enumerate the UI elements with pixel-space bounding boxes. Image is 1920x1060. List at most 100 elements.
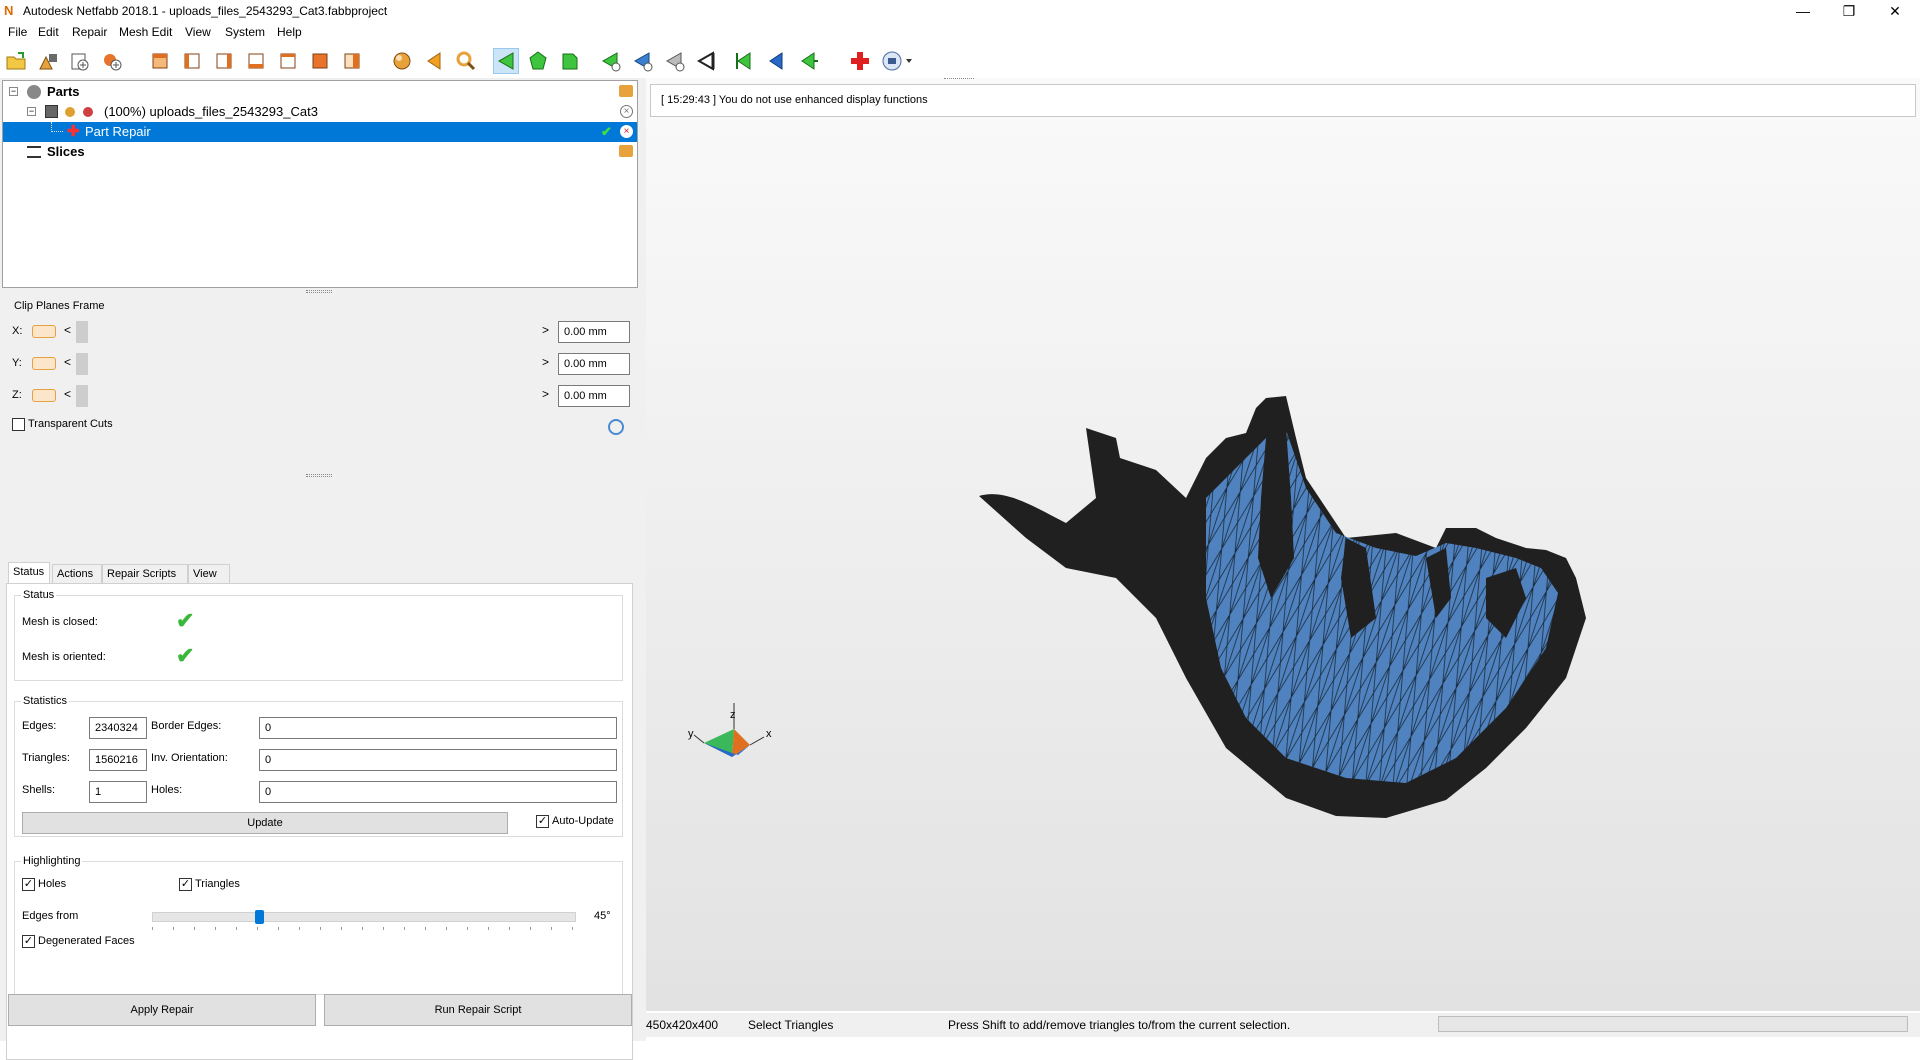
restore-icon[interactable]: ❐ <box>1826 0 1872 22</box>
remove-triangle-icon[interactable] <box>630 49 654 73</box>
right-icon[interactable] <box>796 49 820 73</box>
menu-help[interactable]: Help <box>277 25 302 39</box>
color-icon[interactable] <box>65 107 75 117</box>
clip-slider-track[interactable] <box>76 321 546 343</box>
flip-icon[interactable] <box>732 49 756 73</box>
tab-repair-scripts[interactable]: Repair Scripts <box>102 564 188 584</box>
menu-file[interactable]: File <box>8 25 27 39</box>
view-top-icon[interactable] <box>276 49 300 73</box>
view-back-icon[interactable] <box>180 49 204 73</box>
clip-value-field[interactable]: 0.00 mm <box>558 353 630 375</box>
auto-update-checkbox[interactable]: ✓ <box>536 815 549 828</box>
closed-check-icon: ✔ <box>176 608 195 633</box>
open-project-icon[interactable] <box>4 49 28 73</box>
triangles-label: Triangles: <box>22 752 70 764</box>
select-surface-icon[interactable] <box>526 49 550 73</box>
sphere-shading-icon[interactable] <box>390 49 414 73</box>
reset-icon[interactable] <box>608 419 624 435</box>
right-arrow-icon[interactable]: > <box>542 387 549 401</box>
right-arrow-icon[interactable]: > <box>542 323 549 337</box>
add-triangle-icon[interactable] <box>598 49 622 73</box>
folder-icon[interactable] <box>619 85 633 97</box>
import-part-icon[interactable] <box>36 49 60 73</box>
folder-icon[interactable] <box>619 145 633 157</box>
select-shell-icon[interactable] <box>558 49 582 73</box>
3d-viewport[interactable]: z y x <box>646 78 1920 1011</box>
tree-row-part[interactable]: − (100%) uploads_files_2543293_Cat3 × <box>3 102 637 122</box>
border-edges-field[interactable]: 0 <box>259 717 617 739</box>
select-triangles-icon[interactable] <box>493 48 519 74</box>
apply-check-icon[interactable]: ✔ <box>601 122 612 142</box>
help-dropdown-icon[interactable] <box>880 49 916 73</box>
clip-slider-track[interactable] <box>76 385 546 407</box>
move-triangle-icon[interactable] <box>662 49 686 73</box>
clip-value-field[interactable]: 0.00 mm <box>558 385 630 407</box>
progress-bar <box>1438 1016 1908 1032</box>
tab-view[interactable]: View <box>188 564 230 584</box>
degenerated-faces-checkbox[interactable]: ✓ <box>22 935 35 948</box>
holes-checkbox[interactable]: ✓ <box>22 878 35 891</box>
remove-part-icon[interactable]: × <box>620 105 633 118</box>
add-part-icon[interactable] <box>68 49 92 73</box>
view-front-icon[interactable] <box>148 49 172 73</box>
splitter-grip[interactable] <box>306 474 332 477</box>
edges-from-label: Edges from <box>22 910 79 922</box>
new-part-icon[interactable] <box>100 49 124 73</box>
holes-label: Holes: <box>151 784 183 796</box>
tree-row-slices[interactable]: Slices <box>3 142 637 162</box>
tree-row-parts[interactable]: − Parts <box>3 82 637 102</box>
triangles-field[interactable]: 1560216 <box>89 749 147 771</box>
clip-toggle[interactable] <box>32 325 56 338</box>
right-arrow-icon[interactable]: > <box>542 355 549 369</box>
edges-field[interactable]: 2340324 <box>89 717 147 739</box>
log-grip[interactable] <box>944 78 974 80</box>
minimize-icon[interactable]: — <box>1780 0 1826 22</box>
clip-value-field[interactable]: 0.00 mm <box>558 321 630 343</box>
axis-z-label: z <box>730 709 736 721</box>
triangles-checkbox[interactable]: ✓ <box>179 878 192 891</box>
clip-slider-thumb[interactable] <box>76 353 88 375</box>
select-arrow-icon[interactable] <box>422 49 446 73</box>
collapse-icon[interactable]: − <box>27 107 36 116</box>
update-button[interactable]: Update <box>22 812 508 834</box>
apply-repair-button[interactable]: Apply Repair <box>8 994 316 1026</box>
left-arrow-icon[interactable]: < <box>64 387 71 401</box>
mesh-render[interactable] <box>646 78 1920 1011</box>
left-icon[interactable] <box>764 49 788 73</box>
tab-status[interactable]: Status <box>8 562 50 584</box>
run-repair-script-button[interactable]: Run Repair Script <box>324 994 632 1026</box>
menu-view[interactable]: View <box>185 25 211 39</box>
holes-field[interactable]: 0 <box>259 781 617 803</box>
edges-from-slider-thumb[interactable] <box>255 910 264 924</box>
view-bottom-icon[interactable] <box>308 49 332 73</box>
edges-from-slider[interactable] <box>152 910 576 924</box>
invert-icon[interactable] <box>694 49 718 73</box>
tab-actions[interactable]: Actions <box>52 564 102 584</box>
cancel-repair-icon[interactable]: × <box>620 125 633 138</box>
clip-slider-track[interactable] <box>76 353 546 375</box>
shells-field[interactable]: 1 <box>89 781 147 803</box>
clip-slider-thumb[interactable] <box>76 321 88 343</box>
menu-repair[interactable]: Repair <box>72 25 107 39</box>
menu-mesh-edit[interactable]: Mesh Edit <box>119 25 172 39</box>
clip-toggle[interactable] <box>32 389 56 402</box>
view-right-icon[interactable] <box>244 49 268 73</box>
zoom-icon[interactable] <box>454 49 478 73</box>
transparent-cuts-checkbox[interactable] <box>12 418 25 431</box>
left-arrow-icon[interactable]: < <box>64 323 71 337</box>
repair-cross-icon[interactable] <box>848 49 872 73</box>
menu-edit[interactable]: Edit <box>38 25 59 39</box>
view-iso-icon[interactable] <box>340 49 364 73</box>
clip-toggle[interactable] <box>32 357 56 370</box>
clip-planes-title: Clip Planes Frame <box>12 300 107 312</box>
clip-slider-thumb[interactable] <box>76 385 88 407</box>
close-icon[interactable]: ✕ <box>1872 0 1918 22</box>
splitter-grip[interactable] <box>306 290 332 293</box>
tree-row-part-repair[interactable]: ✚ Part Repair ✔ × <box>3 122 637 142</box>
inv-orientation-field[interactable]: 0 <box>259 749 617 771</box>
menu-system[interactable]: System <box>225 25 265 39</box>
visibility-icon[interactable] <box>83 107 93 117</box>
left-arrow-icon[interactable]: < <box>64 355 71 369</box>
collapse-icon[interactable]: − <box>9 87 18 96</box>
view-left-icon[interactable] <box>212 49 236 73</box>
